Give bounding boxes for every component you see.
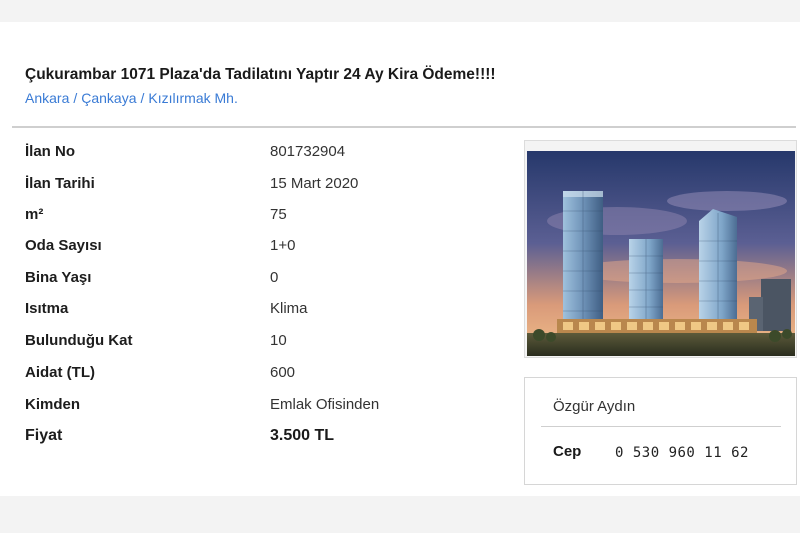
detail-row-bulundugu-kat: Bulunduğu Kat 10 (25, 332, 495, 356)
price-value: 3.500 TL (270, 427, 335, 444)
detail-label: Bina Yaşı (25, 269, 92, 286)
contact-card: Özgür Aydın Cep 0 530 960 11 62 (524, 377, 797, 485)
bottom-band (0, 496, 800, 533)
detail-label: m² (25, 206, 44, 223)
header-divider (12, 126, 796, 128)
detail-value: 75 (270, 206, 287, 223)
top-band (0, 0, 800, 22)
detail-row-oda-sayisi: Oda Sayısı 1+0 (25, 237, 495, 261)
breadcrumb-separator: / (140, 90, 145, 106)
detail-row-area: m² 75 (25, 206, 495, 230)
contact-name[interactable]: Özgür Aydın (553, 398, 635, 415)
breadcrumb-district[interactable]: Çankaya (81, 90, 136, 106)
detail-label: Aidat (TL) (25, 364, 95, 381)
detail-label: Oda Sayısı (25, 237, 102, 254)
detail-value: 600 (270, 364, 296, 381)
detail-row-ilan-no: İlan No 801732904 (25, 143, 495, 167)
detail-label: Kimden (25, 396, 81, 413)
detail-label: İlan Tarihi (25, 175, 95, 192)
detail-value: 10 (270, 332, 287, 349)
detail-row-isitma: Isıtma Klima (25, 300, 495, 324)
detail-label: İlan No (25, 143, 76, 160)
breadcrumb: Ankara / Çankaya / Kızılırmak Mh. (25, 90, 238, 106)
detail-row-kimden: Kimden Emlak Ofisinden (25, 396, 495, 420)
phone-number[interactable]: 0 530 960 11 62 (615, 445, 749, 461)
breadcrumb-separator: / (73, 90, 78, 106)
breadcrumb-neighborhood[interactable]: Kızılırmak Mh. (148, 90, 237, 106)
detail-row-ilan-tarihi: İlan Tarihi 15 Mart 2020 (25, 175, 495, 199)
listing-photo[interactable] (527, 151, 795, 356)
detail-row-bina-yasi: Bina Yaşı 0 (25, 269, 495, 293)
detail-value: Emlak Ofisinden (270, 396, 380, 413)
detail-value: Klima (270, 300, 308, 317)
listing-photo-frame[interactable] (524, 140, 797, 358)
breadcrumb-city[interactable]: Ankara (25, 90, 69, 106)
detail-label: Isıtma (25, 300, 69, 317)
detail-value: 15 Mart 2020 (270, 175, 359, 192)
detail-row-aidat: Aidat (TL) 600 (25, 364, 495, 388)
detail-value: 1+0 (270, 237, 296, 254)
detail-label: Bulunduğu Kat (25, 332, 133, 349)
detail-value: 0 (270, 269, 279, 286)
detail-row-price: Fiyat 3.500 TL (25, 427, 495, 451)
listing-title: Çukurambar 1071 Plaza'da Tadilatını Yapt… (25, 66, 496, 83)
contact-divider (541, 426, 781, 427)
price-label: Fiyat (25, 427, 63, 444)
detail-value: 801732904 (270, 143, 346, 160)
phone-label: Cep (553, 443, 582, 460)
